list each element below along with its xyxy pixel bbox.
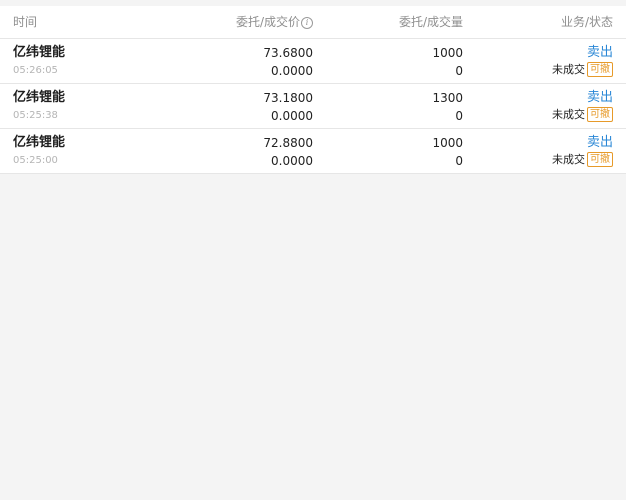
header-price-label: 委托/成交价: [235, 15, 300, 29]
order-quantity: 1300: [432, 91, 463, 105]
deal-price: 0.0000: [271, 64, 313, 78]
order-row[interactable]: 亿纬锂能 05:25:38 73.1800 0.0000 1300 0 卖出 未…: [0, 84, 626, 129]
stock-name: 亿纬锂能: [13, 90, 66, 105]
cancel-badge[interactable]: 可撤: [587, 152, 613, 167]
order-time: 05:25:00: [13, 155, 58, 166]
deal-price: 0.0000: [271, 109, 313, 123]
order-list: 时间 委托/成交价 i 委托/成交量 业务/状态 亿纬锂能 05:26:05 73…: [0, 6, 626, 174]
deal-quantity: 0: [455, 154, 463, 168]
list-header: 时间 委托/成交价 i 委托/成交量 业务/状态: [0, 6, 626, 39]
header-status: 业务/状态: [560, 15, 613, 29]
status-text: 未成交: [552, 153, 585, 166]
deal-quantity: 0: [455, 64, 463, 78]
cancel-badge[interactable]: 可撤: [587, 107, 613, 122]
order-status: 未成交 可撤: [552, 107, 613, 123]
order-price: 73.6800: [263, 46, 313, 60]
order-row[interactable]: 亿纬锂能 05:26:05 73.6800 0.0000 1000 0 卖出 未…: [0, 39, 626, 84]
business-type: 卖出: [586, 90, 613, 105]
order-status: 未成交 可撤: [552, 62, 613, 78]
header-time: 时间: [13, 15, 38, 29]
business-type: 卖出: [586, 45, 613, 60]
deal-price: 0.0000: [271, 154, 313, 168]
header-quantity: 委托/成交量: [398, 15, 463, 29]
cancel-badge[interactable]: 可撤: [587, 62, 613, 77]
order-price: 73.1800: [263, 91, 313, 105]
deal-quantity: 0: [455, 109, 463, 123]
stock-name: 亿纬锂能: [13, 135, 66, 150]
order-time: 05:25:38: [13, 110, 58, 121]
header-price: 委托/成交价 i: [236, 15, 313, 29]
order-quantity: 1000: [432, 46, 463, 60]
status-text: 未成交: [552, 63, 585, 76]
info-icon[interactable]: i: [301, 17, 313, 29]
order-price: 72.8800: [263, 136, 313, 150]
order-status: 未成交 可撤: [552, 152, 613, 168]
order-row[interactable]: 亿纬锂能 05:25:00 72.8800 0.0000 1000 0 卖出 未…: [0, 129, 626, 174]
stock-name: 亿纬锂能: [13, 45, 66, 60]
status-text: 未成交: [552, 108, 585, 121]
order-time: 05:26:05: [13, 65, 58, 76]
business-type: 卖出: [586, 135, 613, 150]
order-quantity: 1000: [432, 136, 463, 150]
